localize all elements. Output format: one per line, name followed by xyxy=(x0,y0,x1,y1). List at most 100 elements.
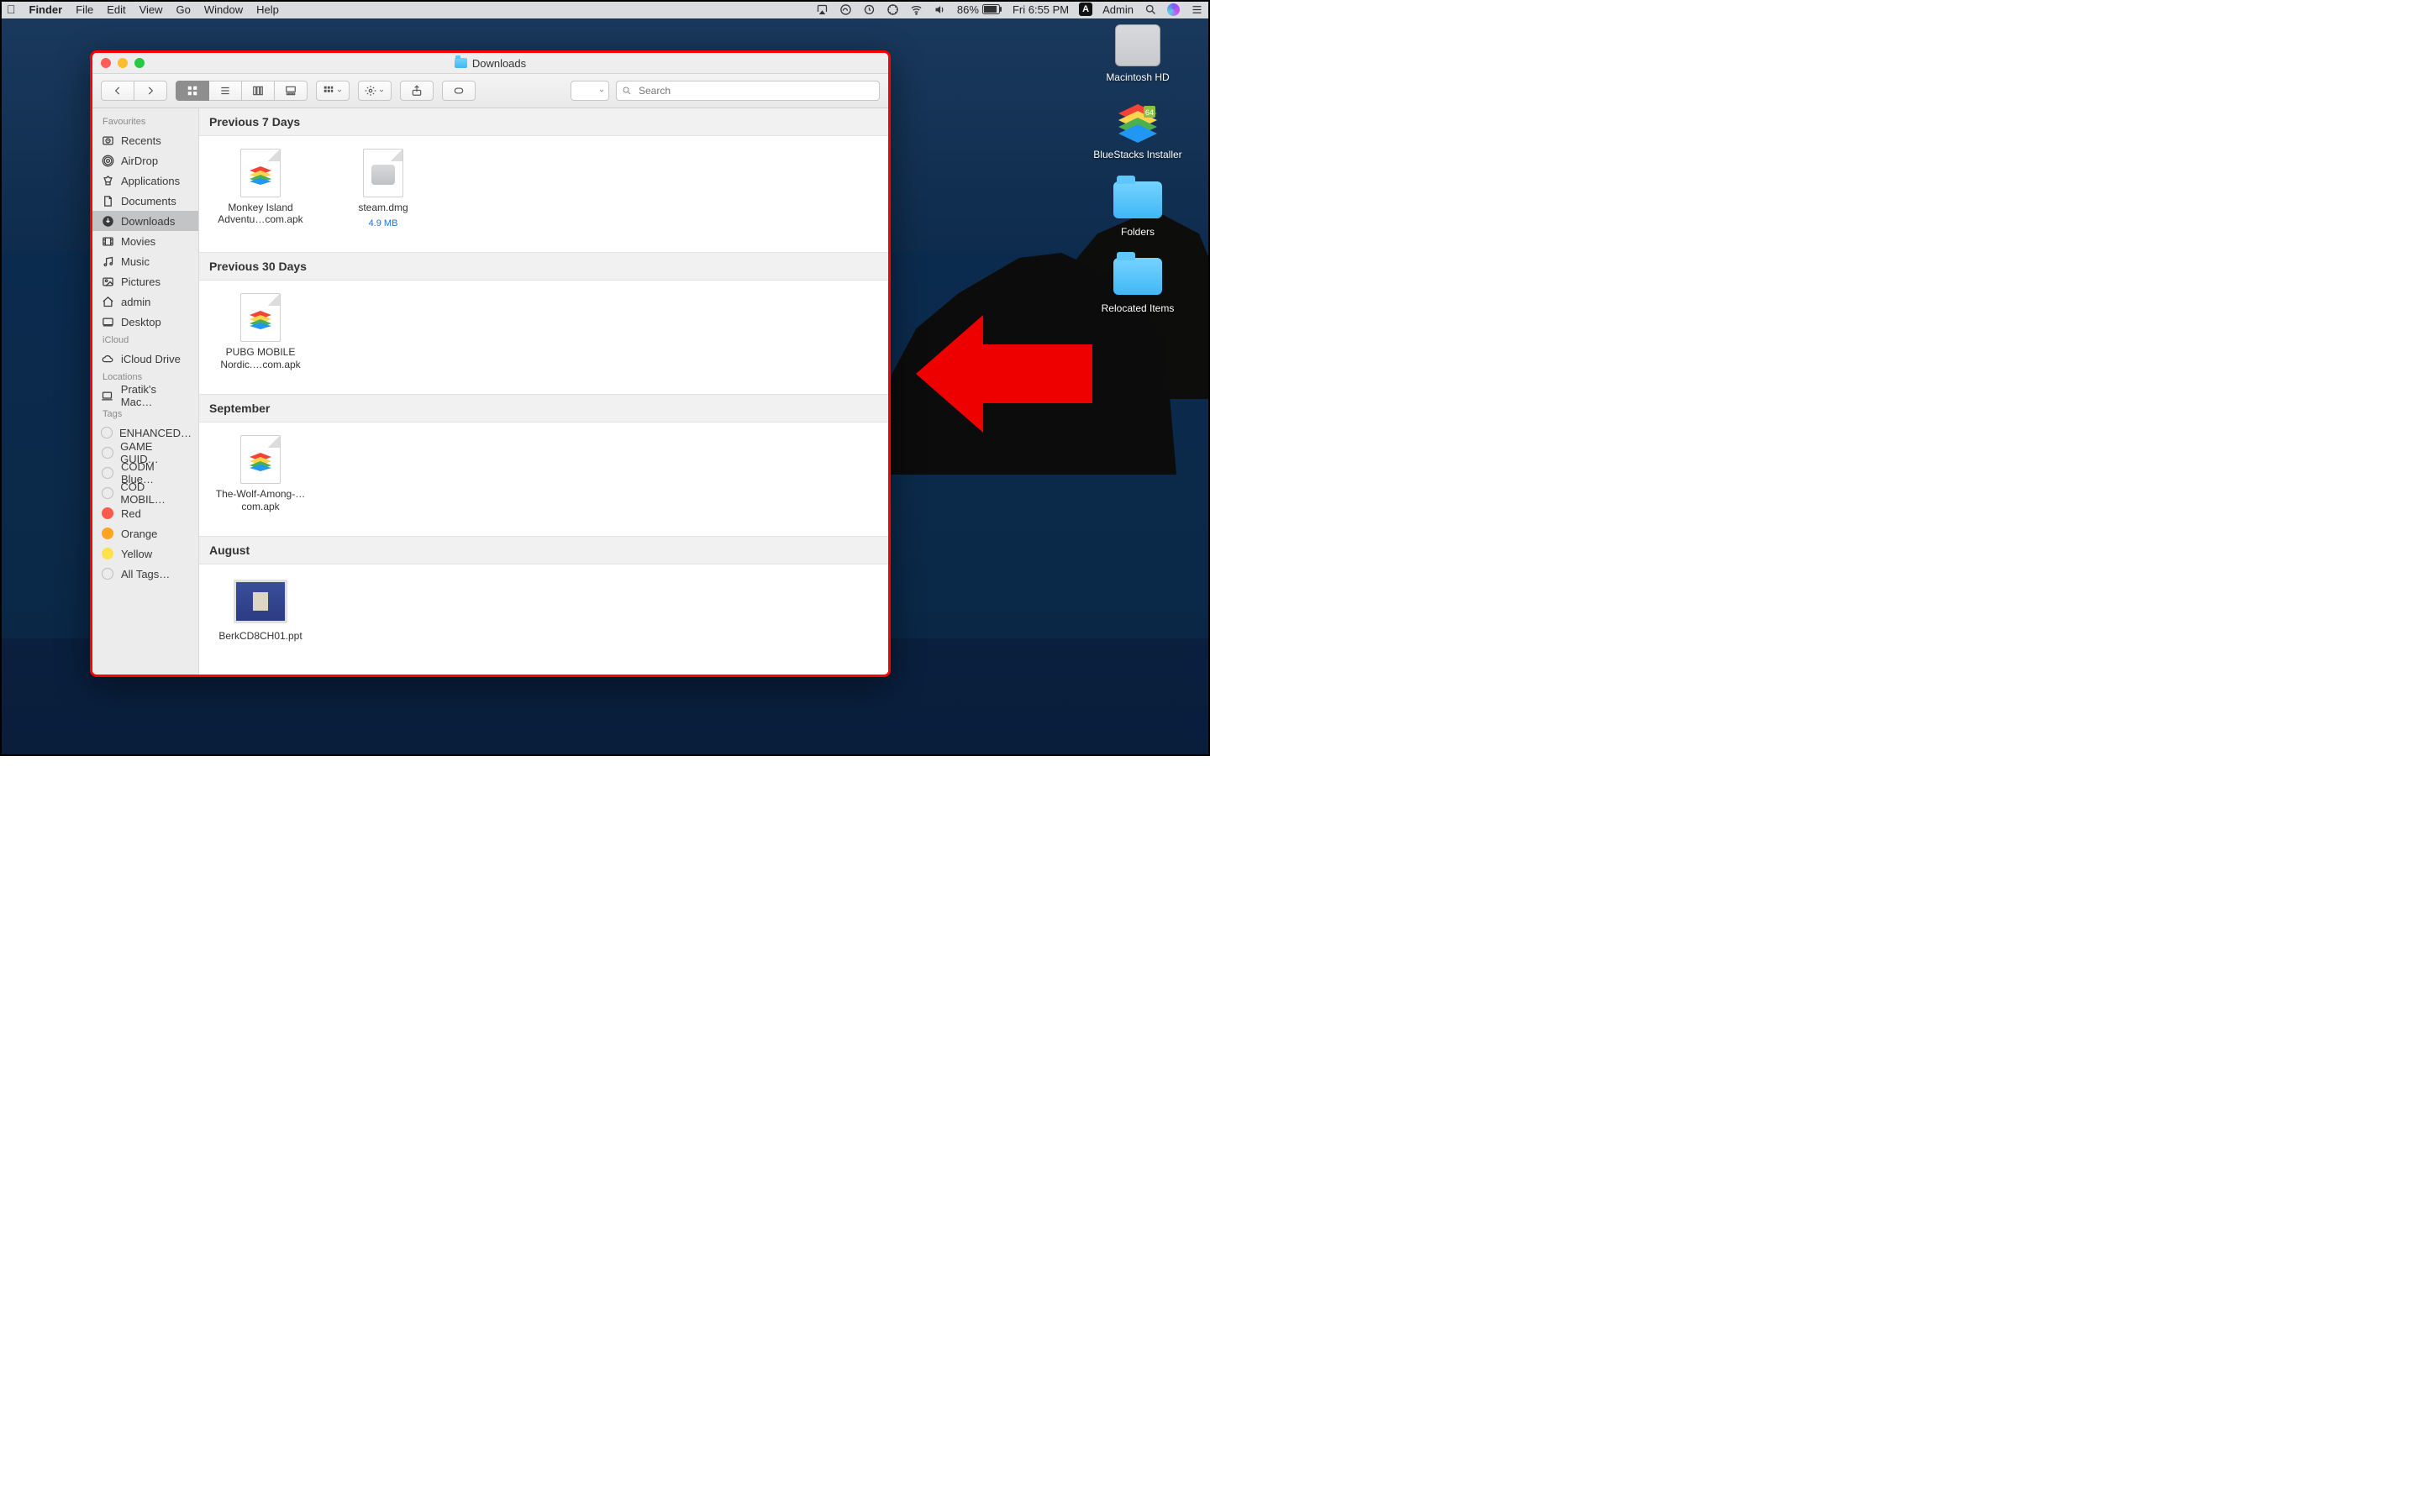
tag-icon xyxy=(101,426,113,439)
group-by-button[interactable] xyxy=(316,81,350,101)
action-menu-button[interactable] xyxy=(358,81,392,101)
sidebar-item-recents[interactable]: Recents xyxy=(92,130,198,150)
file-name: steam.dmg xyxy=(358,202,408,213)
sidebar-item-all-tags[interactable]: All Tags… xyxy=(92,564,198,584)
menu-edit[interactable]: Edit xyxy=(107,3,125,16)
back-button[interactable] xyxy=(101,81,134,101)
sidebar-item-label: COD MOBIL… xyxy=(120,480,190,506)
notification-center-icon[interactable] xyxy=(1190,3,1203,16)
file-name: BerkCD8CH01.ppt xyxy=(218,630,302,642)
fullscreen-button[interactable] xyxy=(134,58,145,68)
section-heading: September xyxy=(199,394,888,423)
share-button[interactable] xyxy=(400,81,434,101)
sidebar-item-applications[interactable]: Applications xyxy=(92,171,198,191)
sidebar-item-documents[interactable]: Documents xyxy=(92,191,198,211)
minimize-button[interactable] xyxy=(118,58,128,68)
file-item[interactable]: The-Wolf-Among-…com.apk xyxy=(214,436,307,512)
search-input[interactable] xyxy=(637,84,874,97)
tags-button[interactable] xyxy=(442,81,476,101)
keyboard-input-icon[interactable]: A xyxy=(1079,3,1092,16)
search-icon xyxy=(622,86,632,96)
sidebar-heading: iCloud xyxy=(92,332,198,349)
file-item[interactable]: steam.dmg 4.9 MB xyxy=(337,150,429,228)
icon-view-button[interactable] xyxy=(176,81,209,101)
desktop-icon-relocated-items[interactable]: Relocated Items xyxy=(1102,255,1175,315)
siri-icon[interactable] xyxy=(1167,3,1180,16)
doc-icon xyxy=(101,194,114,207)
menu-help[interactable]: Help xyxy=(256,3,279,16)
time-machine-icon[interactable] xyxy=(863,3,876,16)
clock[interactable]: Fri 6:55 PM xyxy=(1013,3,1069,16)
apps-icon xyxy=(101,174,114,187)
section-heading: August xyxy=(199,536,888,564)
wifi-icon[interactable] xyxy=(910,3,923,16)
clock-icon xyxy=(101,134,114,147)
menu-go[interactable]: Go xyxy=(176,3,191,16)
sidebar-item-icloud-drive[interactable]: iCloud Drive xyxy=(92,349,198,369)
sidebar-item-label: ENHANCED… xyxy=(119,427,192,439)
content-area[interactable]: Previous 7 DaysMonkey Island Adventu…com… xyxy=(199,108,888,676)
file-item[interactable]: PUBG MOBILE Nordic.…com.apk xyxy=(214,294,307,370)
airplay-icon[interactable] xyxy=(816,3,829,16)
sidebar-item-airdrop[interactable]: AirDrop xyxy=(92,150,198,171)
column-view-button[interactable] xyxy=(242,81,275,101)
sidebar-item-desktop[interactable]: Desktop xyxy=(92,312,198,332)
spotlight-icon[interactable] xyxy=(1144,3,1157,16)
folder-icon xyxy=(455,58,467,68)
sidebar-item-label: Music xyxy=(121,255,150,268)
sidebar-item-orange[interactable]: Orange xyxy=(92,523,198,543)
sidebar-item-label: Documents xyxy=(121,195,176,207)
sidebar-item-pictures[interactable]: Pictures xyxy=(92,271,198,291)
titlebar[interactable]: Downloads xyxy=(92,53,888,74)
window-title: Downloads xyxy=(455,57,526,70)
menu-file[interactable]: File xyxy=(76,3,93,16)
hard-drive-icon xyxy=(1115,24,1160,66)
apk-file-icon xyxy=(240,293,281,342)
desktop-icon-bluestacks-installer[interactable]: 64 BlueStacks Installer xyxy=(1093,101,1181,161)
volume-icon[interactable] xyxy=(934,3,947,16)
file-grid: Monkey Island Adventu…com.apk steam.dmg 4.… xyxy=(199,136,888,252)
sidebar-item-label: Pratik's Mac… xyxy=(121,383,190,408)
svg-text:64: 64 xyxy=(1145,108,1154,117)
sidebar-item-movies[interactable]: Movies xyxy=(92,231,198,251)
desktop-icon-label: BlueStacks Installer xyxy=(1093,150,1181,161)
sidebar-item-label: AirDrop xyxy=(121,155,158,167)
search-field[interactable] xyxy=(616,81,880,101)
tag-icon xyxy=(101,466,114,480)
folder-icon xyxy=(1113,258,1162,295)
sidebar-item-yellow[interactable]: Yellow xyxy=(92,543,198,564)
file-item[interactable]: Monkey Island Adventu…com.apk xyxy=(214,150,307,228)
sidebar-item-admin[interactable]: admin xyxy=(92,291,198,312)
fast-user-switch[interactable]: Admin xyxy=(1102,3,1134,16)
sidebar-item-downloads[interactable]: Downloads xyxy=(92,211,198,231)
sidebar-item-red[interactable]: Red xyxy=(92,503,198,523)
file-meta: 4.9 MB xyxy=(369,218,398,228)
sidebar-item-label: Pictures xyxy=(121,276,160,288)
sidebar-item-cod-mobil[interactable]: COD MOBIL… xyxy=(92,483,198,503)
desktop-icon-macintosh-hd[interactable]: Macintosh HD xyxy=(1106,24,1169,84)
gallery-view-button[interactable] xyxy=(275,81,308,101)
path-dropdown[interactable] xyxy=(571,81,609,101)
battery-status[interactable]: 86% xyxy=(957,3,1002,16)
compass-icon[interactable] xyxy=(886,3,900,16)
section-heading: Previous 7 Days xyxy=(199,108,888,136)
sidebar-item-label: Red xyxy=(121,507,141,520)
menu-window[interactable]: Window xyxy=(204,3,243,16)
file-grid: The-Wolf-Among-…com.apk xyxy=(199,423,888,536)
view-mode-buttons xyxy=(176,81,308,101)
menu-view[interactable]: View xyxy=(139,3,163,16)
sidebar-item-music[interactable]: Music xyxy=(92,251,198,271)
file-thumbnail xyxy=(356,150,410,197)
list-view-button[interactable] xyxy=(209,81,242,101)
toolbar xyxy=(92,74,888,108)
movie-icon xyxy=(101,234,114,248)
desktop-icon-folders[interactable]: Folders xyxy=(1112,178,1164,239)
file-item[interactable]: BerkCD8CH01.ppt xyxy=(214,578,307,642)
close-button[interactable] xyxy=(101,58,111,68)
apple-menu-icon[interactable]:  xyxy=(7,3,16,15)
file-thumbnail xyxy=(234,436,287,483)
forward-button[interactable] xyxy=(134,81,167,101)
creative-cloud-icon[interactable] xyxy=(839,3,853,16)
sidebar-item-pratik-s-mac[interactable]: Pratik's Mac… xyxy=(92,386,198,406)
app-menu[interactable]: Finder xyxy=(29,3,63,16)
